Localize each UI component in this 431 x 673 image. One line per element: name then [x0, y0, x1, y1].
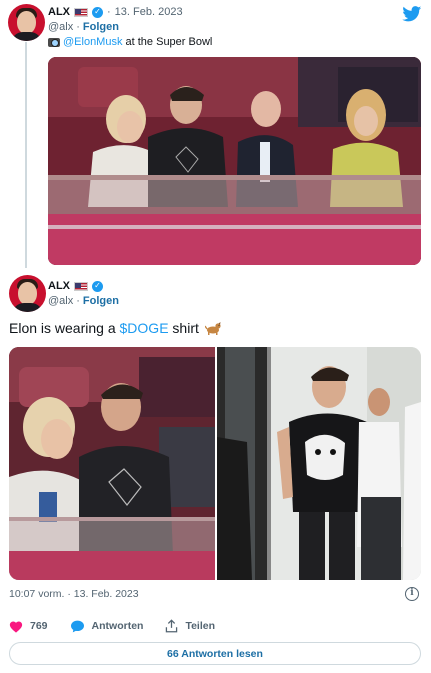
dog-emoji-icon: [204, 322, 221, 335]
author-name[interactable]: ALX: [48, 280, 70, 292]
tweet-photo[interactable]: [48, 57, 421, 265]
avatar[interactable]: [8, 4, 45, 41]
like-count: 769: [30, 620, 48, 632]
author-handle[interactable]: @alx: [48, 295, 73, 307]
photo-grid: [9, 347, 421, 580]
tweet-text-start: Elon is wearing a: [9, 320, 120, 336]
heart-icon: [9, 620, 23, 633]
separator: ·: [76, 21, 80, 33]
quoted-caption: @ElonMusk at the Super Bowl: [48, 36, 212, 48]
verified-badge-icon: ✓: [92, 280, 103, 292]
follow-button[interactable]: Folgen: [83, 295, 119, 307]
reply-label: Antworten: [91, 620, 144, 632]
main-handle-row: @alx · Folgen: [48, 295, 119, 307]
us-flag-icon: [74, 281, 88, 291]
follow-button[interactable]: Folgen: [83, 21, 119, 33]
us-flag-icon: [74, 7, 88, 17]
tweet-date[interactable]: 13. Feb. 2023: [115, 6, 183, 18]
verified-badge-icon: ✓: [92, 6, 103, 18]
like-button[interactable]: 769: [9, 620, 48, 633]
quoted-handle-row: @alx · Folgen: [48, 21, 119, 33]
share-label: Teilen: [185, 620, 216, 632]
tweet-photo[interactable]: [9, 347, 215, 580]
thread-line: [25, 42, 27, 268]
cashtag-link[interactable]: $DOGE: [120, 320, 169, 336]
read-replies-button[interactable]: 66 Antworten lesen: [9, 642, 421, 665]
share-button[interactable]: Teilen: [165, 619, 215, 633]
separator: ·: [76, 295, 80, 307]
caption-text: at the Super Bowl: [122, 36, 213, 48]
reply-button[interactable]: Antworten: [70, 620, 144, 633]
tweet-text: Elon is wearing a $DOGE shirt: [9, 320, 221, 336]
camera-icon: [48, 37, 60, 47]
author-handle[interactable]: @alx: [48, 21, 73, 33]
tweet-text-end: shirt: [168, 320, 199, 336]
share-icon: [166, 619, 178, 633]
action-bar: 769 Antworten Teilen: [9, 619, 237, 633]
main-tweet-header: ALX ✓: [48, 280, 103, 292]
twitter-bird-icon[interactable]: [402, 6, 422, 22]
quoted-tweet-header: ALX ✓ · 13. Feb. 2023: [48, 6, 183, 18]
info-icon[interactable]: i: [405, 587, 419, 601]
avatar[interactable]: [9, 275, 46, 312]
author-name[interactable]: ALX: [48, 6, 70, 18]
reply-bubble-icon: [70, 620, 84, 632]
mention-link[interactable]: @ElonMusk: [63, 36, 122, 48]
tweet-timestamp[interactable]: 10:07 vorm. · 13. Feb. 2023: [9, 588, 139, 600]
tweet-photo[interactable]: [217, 347, 421, 580]
separator: ·: [107, 6, 111, 18]
